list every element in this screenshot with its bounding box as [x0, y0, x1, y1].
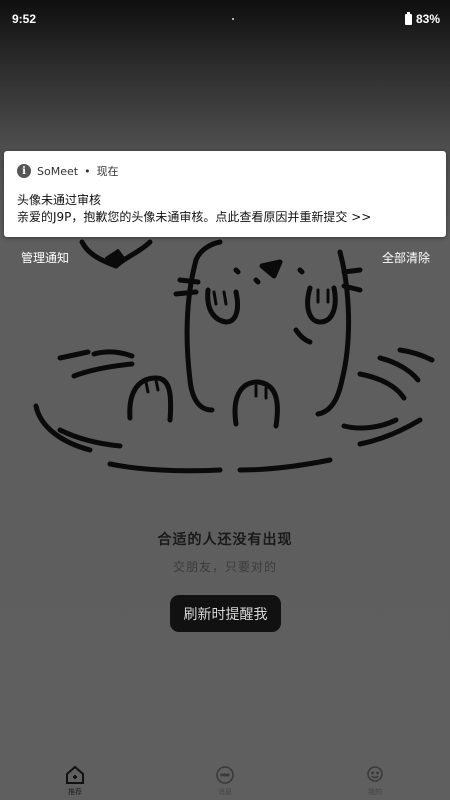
info-icon: i: [17, 164, 31, 178]
water-ripple: [57, 349, 91, 361]
home-icon: [66, 765, 84, 784]
status-bar: 9:52 83%: [0, 0, 450, 38]
status-time: 9:52: [12, 12, 37, 26]
refresh-remind-button[interactable]: 刷新时提醒我: [170, 595, 281, 632]
notification-actions-row: 管理通知 全部清除: [0, 249, 450, 269]
notification-separator: •: [84, 164, 91, 178]
bottom-tab-bar: 推荐 消息 我的: [0, 758, 450, 800]
empty-state-subtitle: 交朋友，只要对的: [172, 560, 277, 574]
otter-paw-left: [205, 287, 241, 325]
tab-label: 我的: [368, 788, 382, 796]
tab-recommend[interactable]: 推荐: [45, 758, 105, 800]
tab-label: 推荐: [68, 788, 82, 796]
notification-card[interactable]: i SoMeet • 现在 头像未通过审核 亲爱的J9P，抱歉您的头像未通审核。…: [4, 151, 446, 237]
manage-notifications-button[interactable]: 管理通知: [21, 249, 69, 266]
notification-body: 亲爱的J9P，抱歉您的头像未通审核。点此查看原因并重新提交 >>: [17, 210, 372, 224]
battery-level: 83%: [415, 12, 440, 26]
status-dot: [232, 18, 234, 20]
clear-all-button[interactable]: 全部清除: [382, 249, 430, 266]
otter-body-right: [315, 249, 352, 417]
tab-messages[interactable]: 消息: [195, 758, 255, 800]
tab-profile[interactable]: 我的: [345, 758, 405, 800]
otter-in-water-illustration: [33, 239, 435, 474]
empty-state-title: 合适的人还没有出现: [157, 532, 293, 548]
status-right: 83%: [404, 11, 440, 26]
chat-icon: [216, 766, 234, 784]
notification-header: i SoMeet • 现在: [17, 163, 119, 179]
otter-paw-right: [305, 285, 338, 325]
notification-title: 头像未通过审核: [17, 193, 102, 207]
profile-icon: [367, 766, 383, 782]
notification-time: 现在: [96, 165, 119, 178]
tab-label: 消息: [218, 788, 232, 796]
battery-icon: [404, 11, 412, 25]
otter-foot-left: [127, 375, 174, 423]
notification-app-name: SoMeet: [37, 164, 79, 178]
